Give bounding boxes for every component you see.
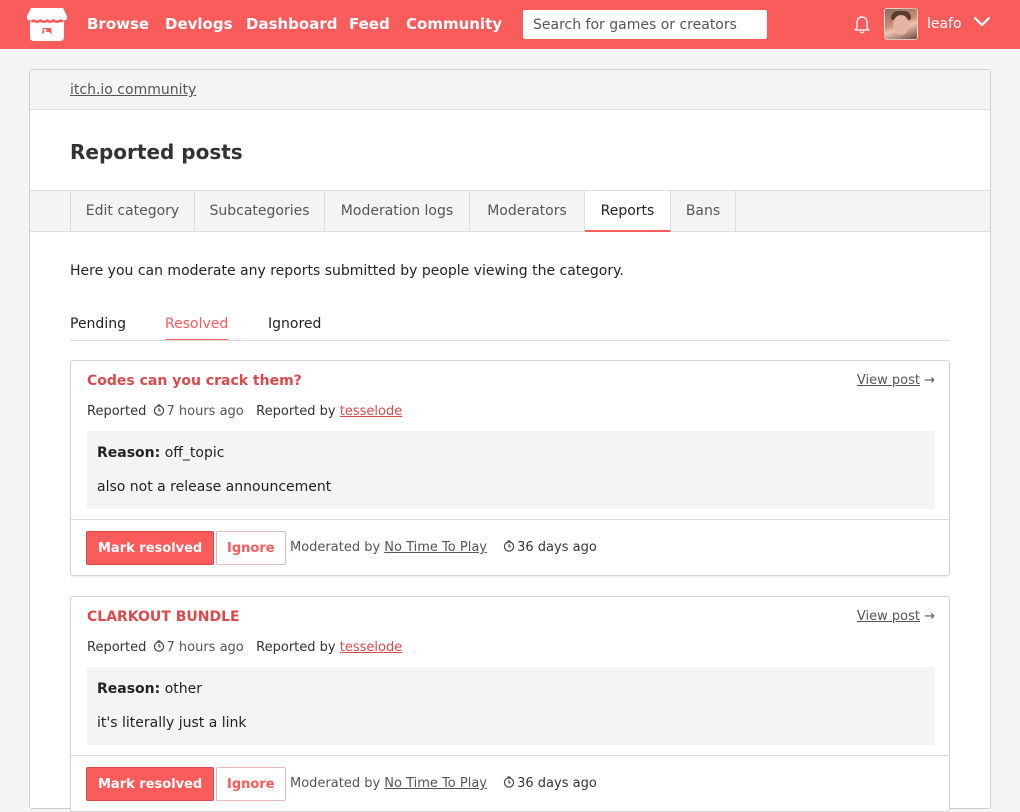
report-card: CLARKOUT BUNDLE View post → Reported 7 h… [70,596,950,812]
username-label[interactable]: leafo [927,16,962,32]
moderated-time: 36 days ago [517,776,597,791]
community-panel: itch.io community Reported posts Edit ca… [29,69,991,812]
reported-time: 7 hours ago [166,640,244,655]
top-navigation-bar: Browse Devlogs Dashboard Feed Community … [0,0,1020,49]
clock-icon [153,640,164,652]
reporter-link[interactable]: tesselode [340,640,402,655]
itchio-logo-icon[interactable] [27,7,67,42]
tab-edit-category[interactable]: Edit category [70,191,195,231]
mark-resolved-button[interactable]: Mark resolved [86,531,215,565]
nav-browse[interactable]: Browse [87,15,149,33]
clock-icon [503,540,515,552]
category-tabs: Edit category Subcategories Moderation l… [30,190,990,232]
avatar-face [893,15,909,35]
tab-reports[interactable]: Reports [585,191,671,232]
arrow-right-icon: → [924,373,935,388]
report-meta: Reported 7 hours ago Reported by tesselo… [87,640,403,655]
moderator-link[interactable]: No Time To Play [384,776,487,791]
report-card: Codes can you crack them? View post → Re… [70,360,950,576]
report-post-title[interactable]: Codes can you crack them? [87,373,302,389]
report-meta: Reported 7 hours ago Reported by tesselo… [87,404,403,419]
breadcrumb-community-link[interactable]: itch.io community [70,82,196,98]
tab-moderators[interactable]: Moderators [470,191,585,231]
report-post-title[interactable]: CLARKOUT BUNDLE [87,609,240,625]
moderator-link[interactable]: No Time To Play [384,540,487,555]
moderation-info: Moderated by No Time To Play 36 days ago [290,540,597,555]
notification-bell-icon[interactable] [852,15,872,35]
moderated-time: 36 days ago [517,540,597,555]
reporter-link[interactable]: tesselode [340,404,402,419]
reports-intro-text: Here you can moderate any reports submit… [70,263,624,279]
reported-time: 7 hours ago [166,404,244,419]
report-reason-box: Reason: other it's literally just a link [87,667,935,745]
tab-bans[interactable]: Bans [671,191,736,231]
report-reason: Reason: off_topic [97,445,225,461]
subtab-resolved[interactable]: Resolved [165,316,229,340]
report-note: it's literally just a link [97,715,247,731]
moderation-info: Moderated by No Time To Play 36 days ago [290,776,597,791]
breadcrumb-bar: itch.io community [30,70,990,110]
view-post-link[interactable]: View post → [857,373,935,388]
ignore-button[interactable]: Ignore [216,531,286,565]
chevron-down-icon[interactable] [973,15,991,29]
view-post-link[interactable]: View post → [857,609,935,624]
tab-subcategories[interactable]: Subcategories [195,191,325,231]
report-note: also not a release announcement [97,479,332,495]
page-title: Reported posts [70,140,243,164]
report-status-tabs: Pending Resolved Ignored [70,310,950,341]
report-reason: Reason: other [97,681,202,697]
mark-resolved-button[interactable]: Mark resolved [86,767,215,801]
nav-devlogs[interactable]: Devlogs [165,15,233,33]
arrow-right-icon: → [924,609,935,624]
user-avatar[interactable] [884,8,918,40]
nav-dashboard[interactable]: Dashboard [246,15,337,33]
clock-icon [503,776,515,788]
report-reason-box: Reason: off_topic also not a release ann… [87,431,935,509]
report-actions: Mark resolved Ignore Moderated by No Tim… [71,755,949,811]
nav-community[interactable]: Community [406,15,502,33]
report-actions: Mark resolved Ignore Moderated by No Tim… [71,519,949,575]
nav-feed[interactable]: Feed [349,15,390,33]
subtab-ignored[interactable]: Ignored [268,316,321,339]
clock-icon [153,404,164,416]
ignore-button[interactable]: Ignore [216,767,286,801]
tab-moderation-logs[interactable]: Moderation logs [325,191,470,231]
subtab-pending[interactable]: Pending [70,316,126,339]
search-input[interactable] [523,10,767,39]
